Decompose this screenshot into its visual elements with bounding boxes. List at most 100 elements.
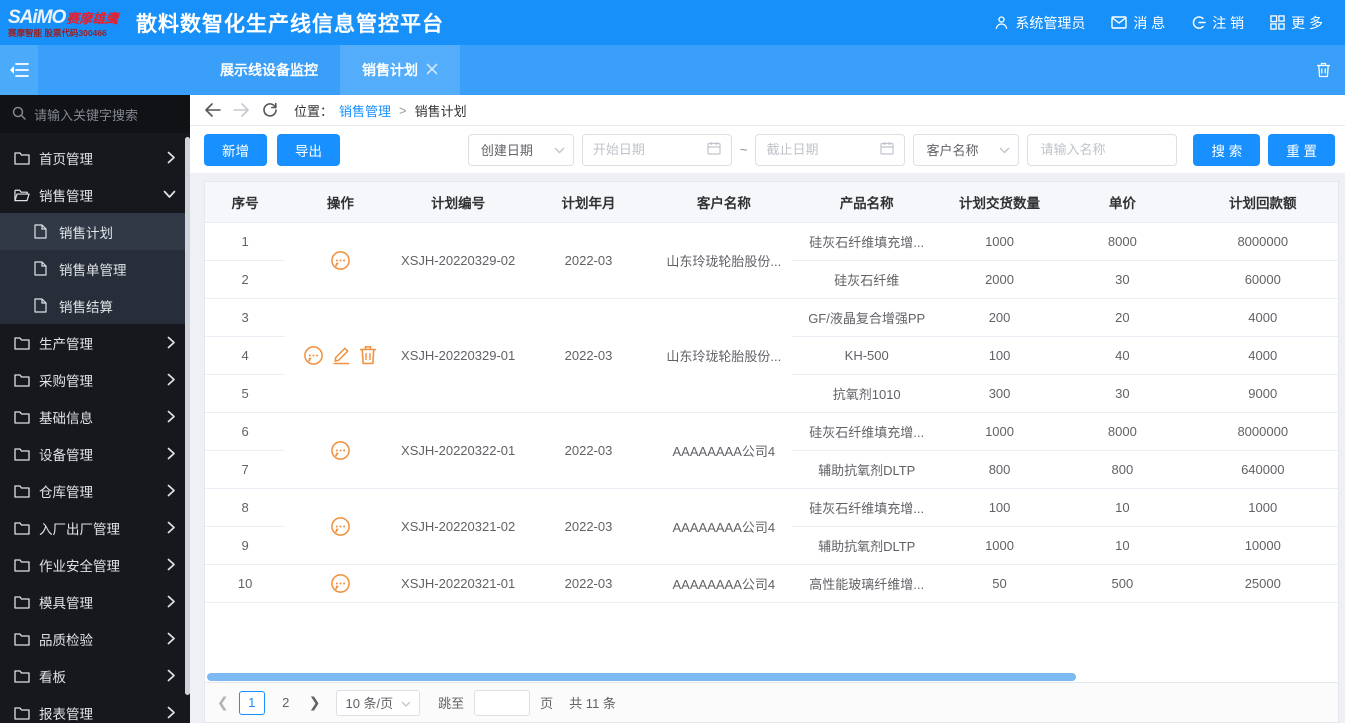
- more-icon[interactable]: [303, 345, 324, 366]
- jump-page-input[interactable]: [474, 689, 531, 716]
- menu-fold-icon[interactable]: [0, 45, 38, 95]
- date-type-select[interactable]: 创建日期: [467, 133, 574, 166]
- sidebar-item-生产管理[interactable]: 生产管理: [0, 324, 190, 361]
- trash-icon[interactable]: [1316, 45, 1345, 95]
- breadcrumb-current: 销售计划: [414, 103, 467, 119]
- logo-subtitle: 赛摩智能 股票代码300466: [8, 27, 107, 38]
- filter-field-select[interactable]: 客户名称: [913, 133, 1020, 166]
- table-row: 3 XSJH-20220329-01 2022-03 山东玲珑轮胎股份... GF/液晶…: [205, 298, 1338, 413]
- export-button[interactable]: 导出: [277, 133, 340, 166]
- more-icon[interactable]: [330, 250, 351, 271]
- sidebar-scrollbar[interactable]: [185, 137, 190, 695]
- sidebar-item-作业安全管理[interactable]: 作业安全管理: [0, 546, 190, 583]
- cell-qty: 100: [941, 488, 1058, 527]
- cell-amount: 4000: [1187, 298, 1338, 337]
- tab-展示线设备监控[interactable]: 展示线设备监控: [198, 45, 340, 95]
- header-action-logout[interactable]: 注 销: [1191, 13, 1244, 33]
- sidebar-item-销售结算[interactable]: 销售结算: [0, 287, 190, 324]
- cell-plan-no: XSJH-20220321-02: [395, 488, 521, 565]
- cell-seq: 8: [205, 488, 286, 527]
- sidebar-item-label: 入厂出厂管理: [39, 521, 120, 537]
- cell-product: 辅助抗氧剂DLTP: [791, 526, 942, 565]
- breadcrumb-parent-link[interactable]: 销售管理: [339, 101, 391, 120]
- logout-icon: [1191, 15, 1206, 30]
- page-number-2[interactable]: 2: [273, 691, 299, 715]
- sidebar-search-input[interactable]: 请输入关键字搜索: [0, 95, 190, 133]
- add-button[interactable]: 新增: [204, 133, 267, 166]
- sidebar-item-采购管理[interactable]: 采购管理: [0, 361, 190, 398]
- chevron-down-icon: [999, 142, 1010, 157]
- cell-product: 硅灰石纤维填充增...: [791, 488, 942, 527]
- end-date-field[interactable]: [755, 133, 906, 166]
- header-action-user[interactable]: 系统管理员: [994, 13, 1085, 33]
- chevron-right-icon: [167, 632, 176, 645]
- file-icon: [34, 224, 50, 239]
- more-icon[interactable]: [330, 516, 351, 537]
- search-button[interactable]: 搜 索: [1193, 133, 1261, 166]
- sidebar-item-入厂出厂管理[interactable]: 入厂出厂管理: [0, 509, 190, 546]
- sidebar-item-首页管理[interactable]: 首页管理: [0, 139, 190, 176]
- sidebar-item-报表管理[interactable]: 报表管理: [0, 694, 190, 723]
- sidebar-item-label: 设备管理: [39, 447, 93, 463]
- sidebar-item-label: 仓库管理: [39, 484, 93, 500]
- cell-seq: 10: [205, 564, 286, 603]
- page-size-select[interactable]: 10 条/页: [336, 689, 421, 716]
- cell-customer: AAAAAAAA公司4: [656, 564, 792, 603]
- folder-icon: [14, 595, 30, 609]
- forward-arrow-icon[interactable]: [233, 103, 250, 117]
- header-action-label: 更 多: [1291, 14, 1323, 31]
- sidebar-item-设备管理[interactable]: 设备管理: [0, 435, 190, 472]
- close-icon[interactable]: [426, 62, 438, 79]
- sidebar-item-模具管理[interactable]: 模具管理: [0, 583, 190, 620]
- tab-label: 销售计划: [362, 62, 418, 78]
- horizontal-scrollbar[interactable]: [205, 672, 1338, 682]
- cell-amount: 4000: [1187, 336, 1338, 375]
- tab-销售计划[interactable]: 销售计划: [340, 45, 460, 95]
- sidebar-item-仓库管理[interactable]: 仓库管理: [0, 472, 190, 509]
- cell-product: 硅灰石纤维填充增...: [791, 412, 942, 451]
- cell-price: 800: [1057, 450, 1188, 489]
- sidebar-item-销售计划[interactable]: 销售计划: [0, 213, 190, 250]
- cell-seq: 6: [205, 412, 286, 451]
- table-header-row: 序号 操作 计划编号 计划年月 客户名称 产品名称 计划交货数量 单价 计划回款额: [205, 182, 1338, 223]
- header-action-more[interactable]: 更 多: [1270, 13, 1323, 33]
- delete-icon[interactable]: [359, 345, 377, 365]
- prev-page-icon[interactable]: ❮: [217, 694, 229, 711]
- end-date-input[interactable]: [766, 142, 867, 157]
- sidebar-item-销售单管理[interactable]: 销售单管理: [0, 250, 190, 287]
- sidebar-item-基础信息[interactable]: 基础信息: [0, 398, 190, 435]
- folder-icon: [14, 151, 30, 165]
- folder-open-icon: [14, 188, 30, 202]
- start-date-input[interactable]: [592, 142, 693, 157]
- sidebar-item-看板[interactable]: 看板: [0, 657, 190, 694]
- header-action-label: 系统管理员: [1015, 14, 1086, 31]
- table-row: 10 XSJH-20220321-01 2022-03 AAAAAAAA公司4 高性能玻…: [205, 564, 1338, 603]
- page-size-value: 10 条/页: [345, 696, 394, 711]
- name-search-input[interactable]: [1027, 133, 1178, 166]
- start-date-field[interactable]: [581, 133, 732, 166]
- cell-product: 辅助抗氧剂DLTP: [791, 450, 942, 489]
- cell-amount: 8000000: [1187, 222, 1338, 261]
- header-action-message[interactable]: 消 息: [1111, 13, 1165, 33]
- sidebar-item-销售管理[interactable]: 销售管理: [0, 176, 190, 213]
- cell-seq: 7: [205, 450, 286, 489]
- page-number-1[interactable]: 1: [238, 690, 265, 715]
- toolbar: 新增 导出 创建日期 ~: [190, 126, 1345, 173]
- more-icon[interactable]: [330, 440, 351, 461]
- date-type-value: 创建日期: [480, 143, 533, 158]
- cell-operations: [285, 298, 396, 413]
- cell-qty: 1000: [941, 222, 1058, 261]
- sidebar: 请输入关键字搜索 首页管理 销售管理销售计划销售单管理 销售结算 生产管理 采购管理 基础…: [0, 95, 190, 723]
- more-icon[interactable]: [330, 573, 351, 594]
- chevron-right-icon: [167, 706, 176, 719]
- chevron-right-icon: [167, 669, 176, 682]
- next-page-icon[interactable]: ❯: [309, 694, 321, 711]
- refresh-icon[interactable]: [262, 102, 278, 118]
- edit-icon[interactable]: [332, 345, 351, 365]
- reset-button[interactable]: 重 置: [1268, 133, 1335, 166]
- sidebar-item-品质检验[interactable]: 品质检验: [0, 620, 190, 657]
- horizontal-scrollbar-thumb[interactable]: [207, 673, 1077, 681]
- back-arrow-icon[interactable]: [204, 103, 221, 117]
- sidebar-item-label: 销售计划: [59, 225, 113, 241]
- folder-icon: [14, 336, 30, 350]
